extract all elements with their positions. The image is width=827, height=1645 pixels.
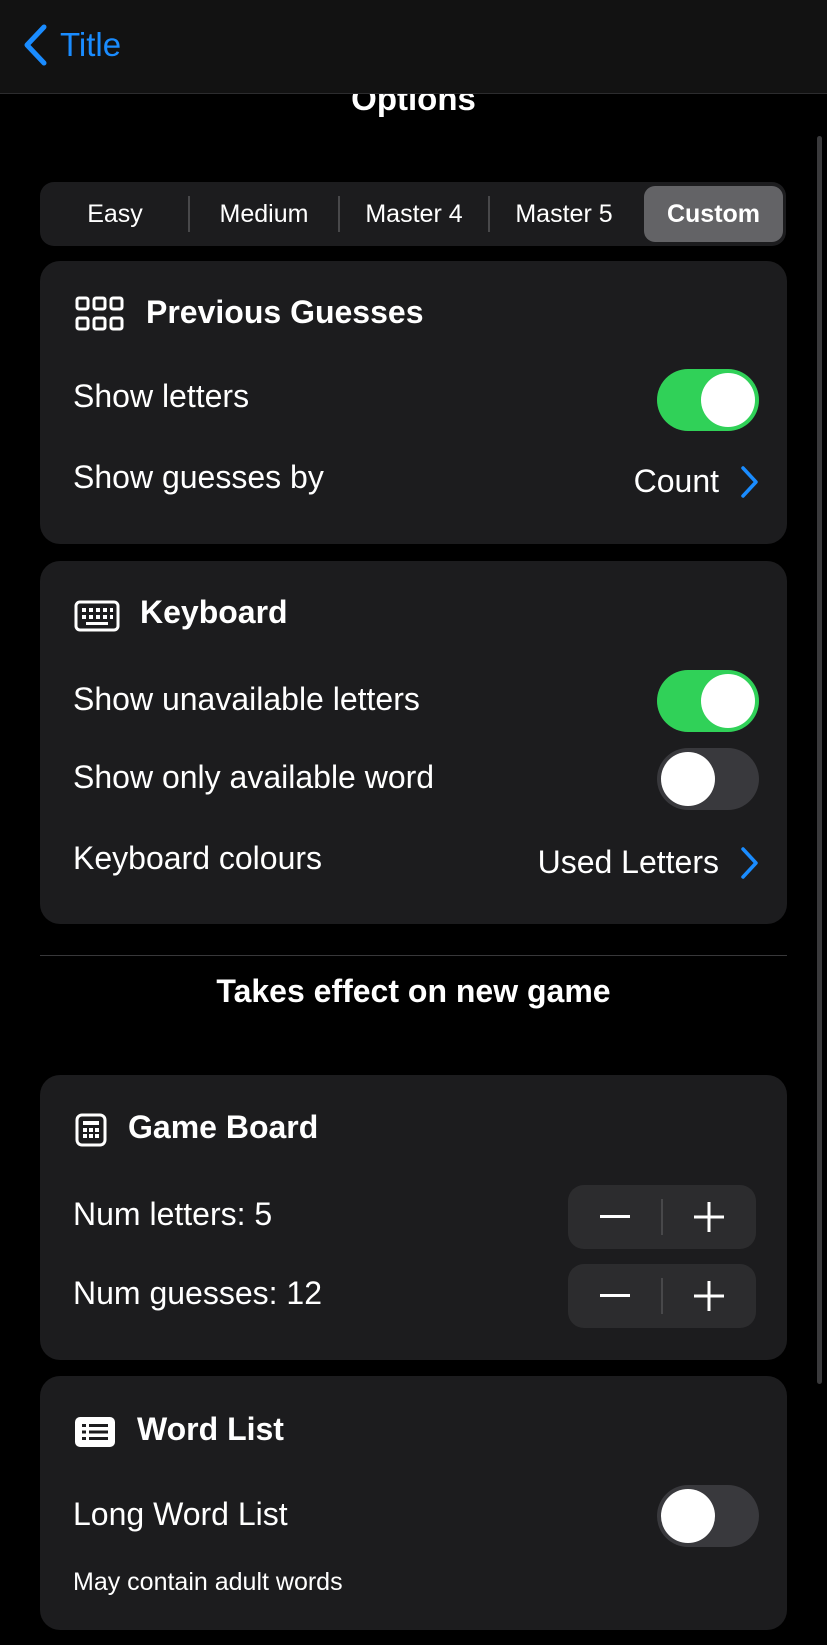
keyboard-colours-label: Keyboard colours: [73, 840, 323, 876]
plus-icon: [694, 1281, 724, 1311]
back-button-label: Title: [60, 26, 122, 63]
long-word-list-label: Long Word List: [73, 1496, 288, 1532]
chevron-left-icon: [24, 24, 47, 66]
keyboard-colours-selector[interactable]: Used Letters: [538, 844, 759, 881]
toggle-knob: [701, 373, 755, 427]
word-list-card: Word List Long Word List May contain adu…: [40, 1376, 787, 1630]
minus-icon: [600, 1294, 630, 1297]
keyboard-title: Keyboard: [140, 594, 288, 630]
segment-divider: [338, 196, 340, 232]
back-button[interactable]: Title: [22, 24, 121, 66]
game-board-title: Game Board: [128, 1109, 319, 1145]
grid-icon: [75, 296, 124, 331]
num-guesses-increment-button[interactable]: [662, 1264, 756, 1328]
num-letters-stepper: [568, 1185, 756, 1249]
show-guesses-by-selector[interactable]: Count: [634, 463, 759, 500]
navigation-bar: Title: [0, 0, 827, 94]
toggle-knob: [701, 674, 755, 728]
show-guesses-by-label: Show guesses by: [73, 459, 324, 495]
show-unavailable-letters-toggle[interactable]: [657, 670, 759, 732]
show-letters-label: Show letters: [73, 378, 250, 414]
segment-master-4[interactable]: Master 4: [342, 186, 486, 242]
toggle-knob: [661, 752, 715, 806]
show-guesses-by-value: Count: [633, 463, 719, 499]
plus-icon: [694, 1202, 724, 1232]
long-word-list-toggle[interactable]: [657, 1485, 759, 1547]
difficulty-segmented-control: Easy Medium Master 4 Master 5 Custom: [40, 182, 786, 246]
num-guesses-stepper: [568, 1264, 756, 1328]
toggle-knob: [661, 1489, 715, 1543]
keyboard-card: Keyboard Show unavailable letters Show o…: [40, 561, 787, 924]
chevron-right-icon: [741, 465, 758, 498]
segment-custom[interactable]: Custom: [644, 186, 783, 242]
word-list-title: Word List: [137, 1411, 284, 1447]
num-guesses-label: Num guesses: 12: [73, 1275, 323, 1311]
num-letters-increment-button[interactable]: [662, 1185, 756, 1249]
previous-guesses-card: Previous Guesses Show letters Show guess…: [40, 261, 787, 544]
segment-medium[interactable]: Medium: [192, 186, 336, 242]
game-board-card: Game Board Num letters: 5 Num guesses: 1…: [40, 1075, 787, 1360]
adult-words-note: May contain adult words: [73, 1568, 343, 1596]
keyboard-icon: [74, 600, 120, 632]
previous-guesses-title: Previous Guesses: [146, 294, 424, 330]
segment-divider: [188, 196, 190, 232]
keyboard-colours-value: Used Letters: [537, 844, 719, 880]
segment-easy[interactable]: Easy: [44, 186, 186, 242]
chevron-right-icon: [741, 846, 758, 879]
num-letters-label: Num letters: 5: [73, 1196, 273, 1232]
segment-divider: [488, 196, 490, 232]
section-divider: [40, 955, 787, 956]
minus-icon: [600, 1215, 630, 1218]
calculator-grid-icon: [75, 1113, 107, 1147]
scrollbar[interactable]: [817, 136, 822, 1384]
show-only-available-word-toggle[interactable]: [657, 748, 759, 810]
num-guesses-decrement-button[interactable]: [568, 1264, 662, 1328]
show-only-available-word-label: Show only available word: [73, 759, 435, 795]
takes-effect-note: Takes effect on new game: [216, 973, 611, 1009]
num-letters-decrement-button[interactable]: [568, 1185, 662, 1249]
segment-master-5[interactable]: Master 5: [492, 186, 636, 242]
show-unavailable-letters-label: Show unavailable letters: [73, 681, 420, 717]
list-icon: [75, 1417, 115, 1447]
show-letters-toggle[interactable]: [657, 369, 759, 431]
